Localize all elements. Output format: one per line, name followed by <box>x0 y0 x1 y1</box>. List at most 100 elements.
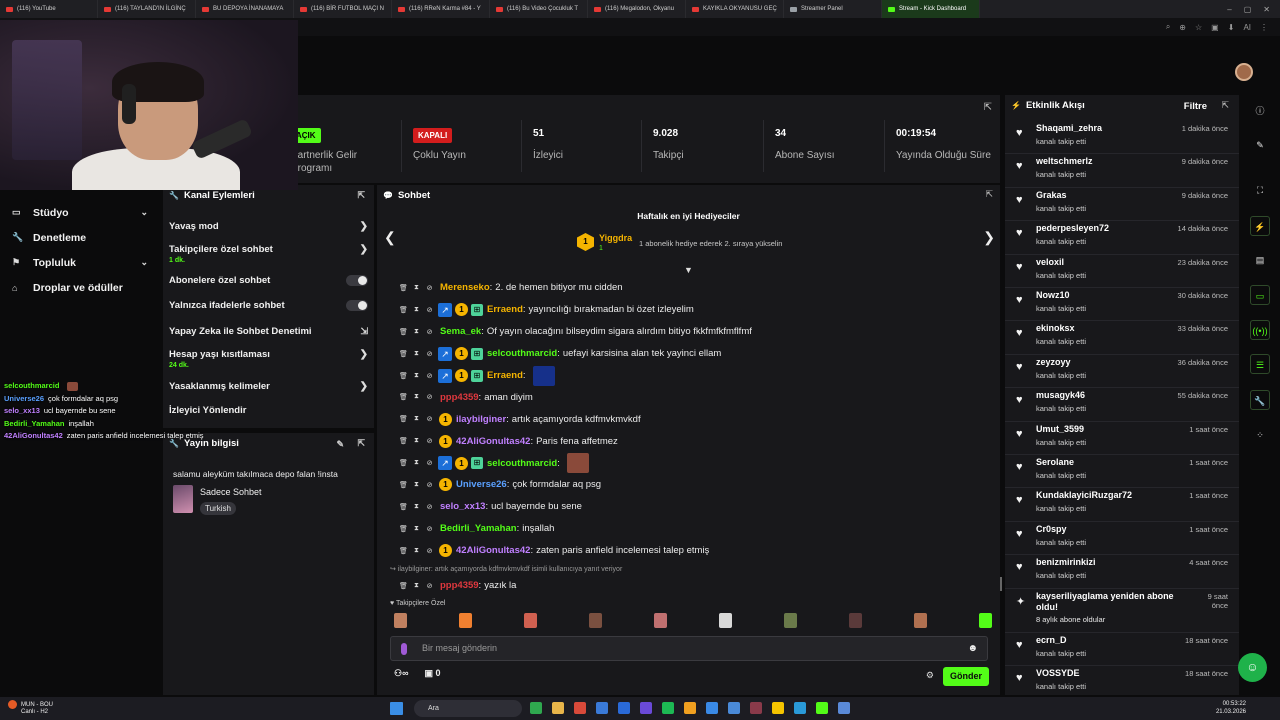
popout-icon[interactable]: ⇱ <box>985 189 993 200</box>
chat-input[interactable]: Bir mesaj gönderin ☻ <box>390 636 988 661</box>
channel-action-row[interactable]: Yapay Zeka ile Sohbet Denetimi ⇲ <box>169 326 368 337</box>
emote-option[interactable] <box>784 613 797 628</box>
chat-username[interactable]: selcouthmarcid <box>487 458 557 469</box>
timeout-icon[interactable]: ⧗ <box>410 350 423 358</box>
chevron-down-icon[interactable]: ⌄ <box>140 207 148 218</box>
delete-icon[interactable]: 🗑 <box>397 393 410 401</box>
browser-tab[interactable]: (116) TAYLAND'IN İLGİNÇ <box>98 0 196 18</box>
sidebar-item[interactable]: ▭ Stüdyo ⌄ <box>0 200 162 225</box>
delete-icon[interactable]: 🗑 <box>397 372 410 380</box>
chat-scrollbar[interactable] <box>1000 577 1002 591</box>
channel-action-row[interactable]: Hesap yaşı kısıtlaması 24 dk. ❯ <box>169 349 368 369</box>
emote-option[interactable] <box>654 613 667 628</box>
popout-icon[interactable]: ⇱ <box>357 190 365 201</box>
delete-icon[interactable]: 🗑 <box>397 350 410 358</box>
activity-event[interactable]: ♥ Umut_3599 kanalı takip etti 1 saat önce <box>1005 422 1239 455</box>
ai-button[interactable]: AI <box>1243 23 1251 32</box>
chat-username[interactable]: ppp4359 <box>440 392 479 403</box>
filter-button[interactable]: Filtre <box>1184 101 1207 112</box>
edit-icon[interactable]: ✎ <box>1250 135 1270 155</box>
search-icon[interactable]: ⌕ <box>1166 22 1170 32</box>
taskbar-clock[interactable]: 00:53:22 21.03.2026 <box>1216 700 1246 716</box>
browser-tab[interactable]: (116) YouTube <box>0 0 98 18</box>
activity-event[interactable]: ♥ Shaqami_zehra kanalı takip etti 1 dakika … <box>1005 121 1239 155</box>
taskbar-app-icon[interactable] <box>706 702 718 714</box>
fullscreen-icon[interactable]: ⛶ <box>1250 180 1270 200</box>
taskbar-search[interactable]: Ara <box>414 700 522 717</box>
taskbar-app-icon[interactable] <box>816 702 828 714</box>
timeout-icon[interactable]: ⧗ <box>410 547 423 555</box>
browser-tab[interactable]: (116) Megalodon, Okyanu <box>588 0 686 18</box>
ban-icon[interactable]: ⊘ <box>423 525 436 533</box>
ban-icon[interactable]: ⊘ <box>423 503 436 511</box>
delete-icon[interactable]: 🗑 <box>397 525 410 533</box>
taskbar-app-icon[interactable] <box>530 702 542 714</box>
delete-icon[interactable]: 🗑 <box>397 328 410 336</box>
timeout-icon[interactable]: ⧗ <box>410 459 423 467</box>
emote-option[interactable] <box>524 613 537 628</box>
channel-action-row[interactable]: Takipçilere özel sohbet 1 dk. ❯ <box>169 244 368 264</box>
external-link-icon[interactable]: ⇲ <box>360 326 368 337</box>
activity-event[interactable]: ♥ Grakas kanalı takip etti 9 dakika önce <box>1005 188 1239 222</box>
timeout-icon[interactable]: ⧗ <box>410 306 423 314</box>
timeout-icon[interactable]: ⧗ <box>410 582 423 590</box>
download-icon[interactable]: ⬇ <box>1228 23 1235 32</box>
timeout-icon[interactable]: ⧗ <box>410 372 423 380</box>
ban-icon[interactable]: ⊘ <box>423 437 436 445</box>
ban-icon[interactable]: ⊘ <box>423 582 436 590</box>
chat-username[interactable]: Sema_ek <box>440 326 481 337</box>
browser-tab[interactable]: (116) Bu Video Çocukluk T <box>490 0 588 18</box>
activity-event[interactable]: ♥ Nowz10 kanalı takip etti 30 dakika önce <box>1005 288 1239 322</box>
chevron-right-icon[interactable]: ❯ <box>360 349 368 360</box>
extensions-icon[interactable]: ▣ <box>1211 23 1219 32</box>
chat-username[interactable]: Universe26 <box>456 479 507 490</box>
chat-username[interactable]: Erraend <box>487 304 523 315</box>
browser-tab[interactable]: Stream - Kick Dashboard <box>882 0 980 18</box>
edit-icon[interactable]: ✎ <box>336 439 344 450</box>
ban-icon[interactable]: ⊘ <box>423 284 436 292</box>
toggle-switch[interactable] <box>346 300 368 311</box>
sidebar-item[interactable]: 🔧 Denetleme <box>0 225 162 250</box>
taskbar-app-icon[interactable] <box>684 702 696 714</box>
chat-icon[interactable]: ▭ <box>1250 285 1270 305</box>
taskbar-app-icon[interactable] <box>838 702 850 714</box>
emote-option[interactable] <box>979 613 992 628</box>
activity-event[interactable]: ♥ veloxil kanalı takip etti 23 dakika önce <box>1005 255 1239 288</box>
taskbar-widget[interactable]: MUN - BOU Canlı - H2 <box>8 700 53 716</box>
chat-username[interactable]: ilaybilginer <box>456 414 506 425</box>
activity-event[interactable]: ♥ VOSSYDE kanalı takip etti 18 saat önce <box>1005 666 1239 695</box>
emote-option[interactable] <box>459 613 472 628</box>
taskbar-app-icon[interactable] <box>794 702 806 714</box>
emote-option[interactable] <box>719 613 732 628</box>
activity-event[interactable]: ♥ KundaklayiciRuzgar72 kanalı takip etti 1 … <box>1005 488 1239 522</box>
ban-icon[interactable]: ⊘ <box>423 372 436 380</box>
activity-event[interactable]: ♥ Cr0spy kanalı takip etti 1 saat önce <box>1005 522 1239 556</box>
activity-event[interactable]: ♥ Serolane kanalı takip etti 1 saat önce <box>1005 455 1239 489</box>
popout-icon[interactable]: ⇱ <box>984 102 992 113</box>
chevron-right-icon[interactable]: ❯ <box>360 244 368 255</box>
popout-icon[interactable]: ⇱ <box>357 438 365 449</box>
taskbar-app-icon[interactable] <box>662 702 674 714</box>
bookmark-icon[interactable]: ☆ <box>1195 23 1202 32</box>
chat-username[interactable]: Bedirli_Yamahan <box>440 523 517 534</box>
timeout-icon[interactable]: ⧗ <box>410 525 423 533</box>
emote-option[interactable] <box>394 613 407 628</box>
timeout-icon[interactable]: ⧗ <box>410 393 423 401</box>
support-chat-button[interactable]: ☺ <box>1238 653 1267 682</box>
popout-icon[interactable]: ⇱ <box>1221 100 1229 111</box>
wrench-icon[interactable]: 🔧 <box>1250 390 1270 410</box>
taskbar-app-icon[interactable] <box>728 702 740 714</box>
browser-tab[interactable]: (116) BİR FUTBOL MAÇI N <box>294 0 392 18</box>
sidebar-item[interactable]: ⌂ Droplar ve ödüller <box>0 275 162 300</box>
mic-icon[interactable] <box>401 643 407 655</box>
delete-icon[interactable]: 🗑 <box>397 481 410 489</box>
browser-tab[interactable]: BU DEPOYA İNANAMAYA <box>196 0 294 18</box>
sidebar-item[interactable]: ⚑ Topluluk ⌄ <box>0 250 162 275</box>
document-icon[interactable]: ▤ <box>1250 250 1270 270</box>
list-icon[interactable]: ☰ <box>1250 354 1270 374</box>
close-icon[interactable]: ✕ <box>1263 5 1270 14</box>
browser-tab[interactable]: KAYIKLA OKYANUSU GEÇ <box>686 0 784 18</box>
emote-option[interactable] <box>589 613 602 628</box>
chat-username[interactable]: 42AliGonultas42 <box>456 545 530 556</box>
maximize-icon[interactable]: ▢ <box>1244 5 1252 14</box>
